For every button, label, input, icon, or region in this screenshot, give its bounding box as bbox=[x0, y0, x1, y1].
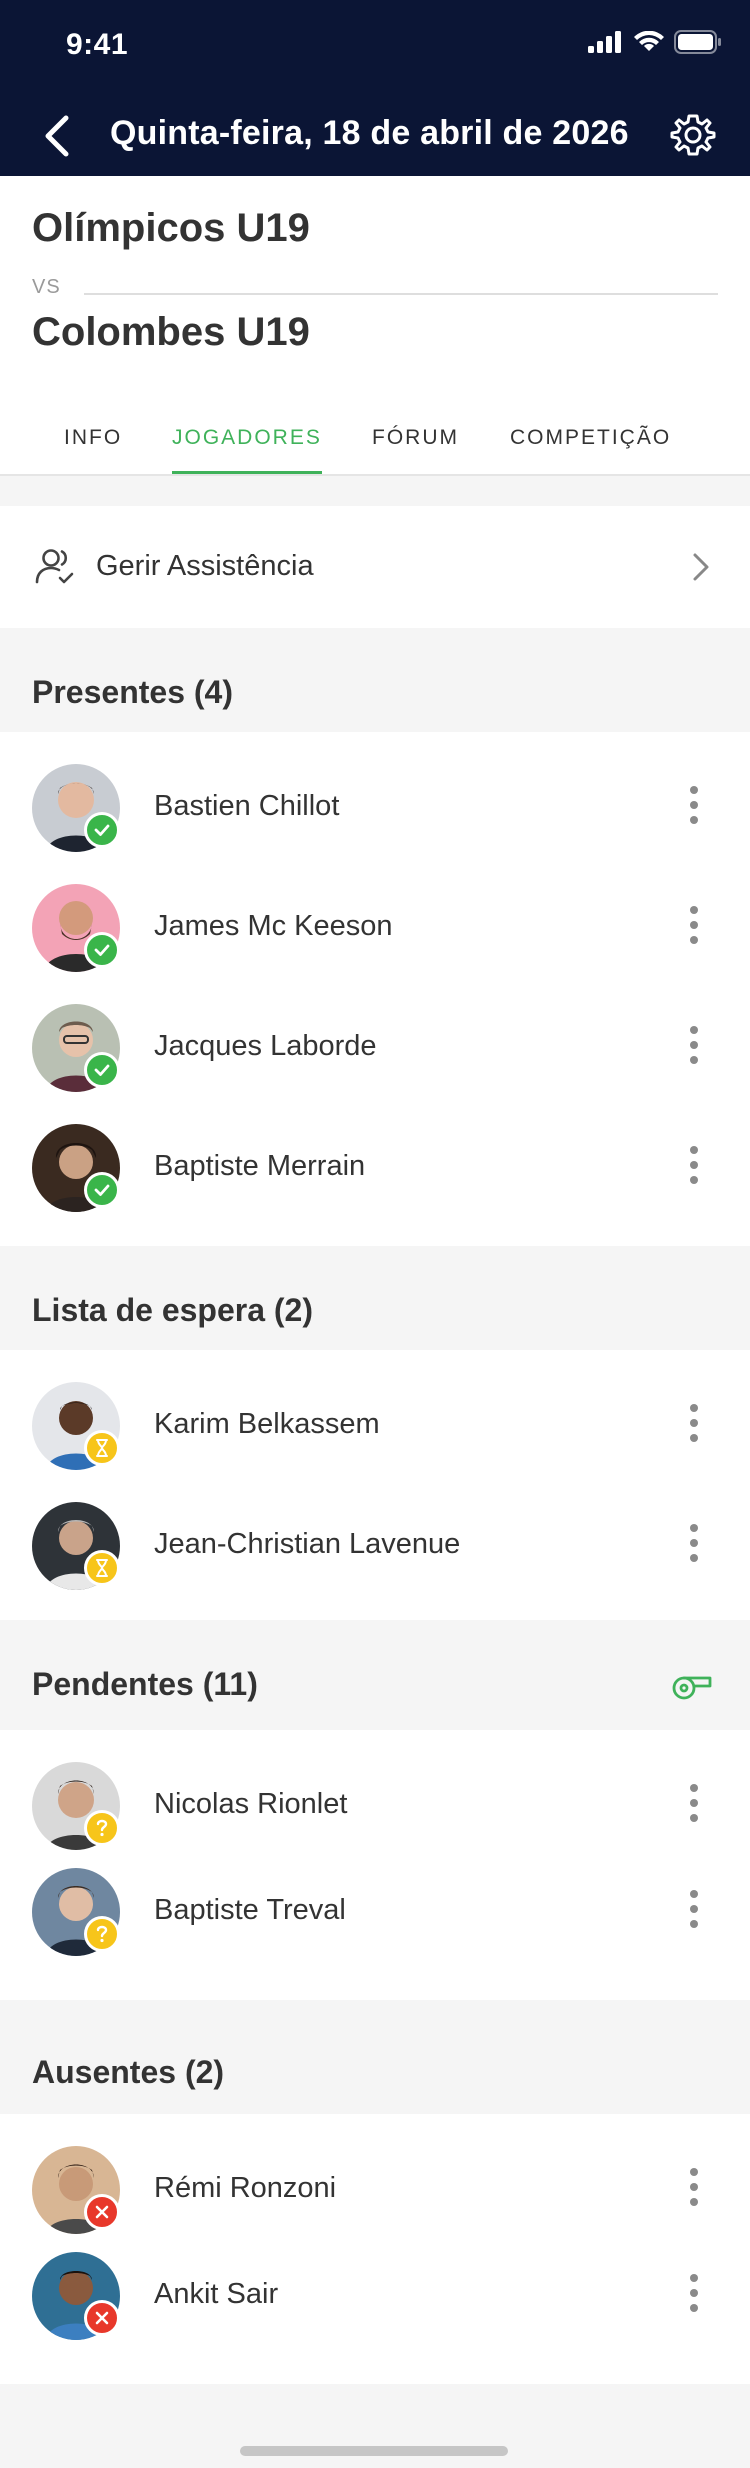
more-options-button[interactable] bbox=[682, 2164, 706, 2210]
list-item[interactable]: James Mc Keeson bbox=[0, 872, 750, 978]
manage-attendance-label: Gerir Assistência bbox=[96, 550, 314, 582]
chevron-right-icon bbox=[693, 553, 709, 581]
player-name: Baptiste Treval bbox=[154, 1894, 346, 1926]
absent-list: Rémi Ronzoni Ankit Sair bbox=[0, 2114, 750, 2384]
player-name: Jacques Laborde bbox=[154, 1030, 377, 1062]
player-name: Nicolas Rionlet bbox=[154, 1788, 348, 1820]
match-header: Olímpicos U19 VS Colombes U19 INFO JOGAD… bbox=[0, 176, 750, 476]
list-item[interactable]: Jacques Laborde bbox=[0, 992, 750, 1098]
present-list: Bastien Chillot James Mc Keeson Jacques … bbox=[0, 732, 750, 1246]
pending-status-badge bbox=[84, 1916, 120, 1952]
whistle-icon[interactable] bbox=[670, 1668, 714, 1702]
status-icons bbox=[588, 30, 722, 54]
more-options-button[interactable] bbox=[682, 782, 706, 828]
question-mark-icon bbox=[96, 1819, 108, 1837]
check-icon bbox=[94, 944, 110, 956]
away-team-name: Colombes U19 bbox=[32, 310, 310, 354]
tab-jogadores[interactable]: JOGADORES bbox=[172, 426, 322, 474]
section-present-title: Presentes (4) bbox=[32, 674, 233, 710]
pending-status-badge bbox=[84, 1810, 120, 1846]
check-icon bbox=[94, 824, 110, 836]
present-status-badge bbox=[84, 1052, 120, 1088]
top-bar: 9:41 Quinta-feira, 18 de abril de 2026 bbox=[0, 0, 750, 176]
page-title: Quinta-feira, 18 de abril de 2026 bbox=[110, 114, 629, 152]
tab-forum[interactable]: FÓRUM bbox=[372, 426, 459, 474]
list-item[interactable]: Bastien Chillot bbox=[0, 752, 750, 858]
list-item[interactable]: Jean-Christian Lavenue bbox=[0, 1490, 750, 1596]
vs-label: VS bbox=[32, 276, 61, 298]
hourglass-icon bbox=[96, 1559, 108, 1577]
list-item[interactable]: Karim Belkassem bbox=[0, 1370, 750, 1476]
waitlist-list: Karim Belkassem Jean-Christian Lavenue bbox=[0, 1350, 750, 1620]
players-content: Gerir Assistência Presentes (4) Bastien … bbox=[0, 476, 750, 2468]
list-item[interactable]: Nicolas Rionlet bbox=[0, 1750, 750, 1856]
more-options-button[interactable] bbox=[682, 1400, 706, 1446]
settings-button[interactable] bbox=[670, 112, 716, 158]
more-options-button[interactable] bbox=[682, 2270, 706, 2316]
list-item[interactable]: Ankit Sair bbox=[0, 2240, 750, 2346]
list-item[interactable]: Rémi Ronzoni bbox=[0, 2134, 750, 2240]
user-check-icon bbox=[35, 549, 74, 584]
absent-status-badge bbox=[84, 2194, 120, 2230]
cellular-signal-icon bbox=[588, 31, 621, 53]
waiting-status-badge bbox=[84, 1550, 120, 1586]
chevron-left-icon bbox=[45, 115, 69, 157]
check-icon bbox=[94, 1064, 110, 1076]
tab-competicao[interactable]: COMPETIÇÃO bbox=[510, 426, 671, 474]
wifi-icon bbox=[634, 31, 664, 51]
close-icon bbox=[95, 2311, 109, 2325]
player-name: Karim Belkassem bbox=[154, 1408, 380, 1440]
list-item[interactable]: Baptiste Merrain bbox=[0, 1112, 750, 1218]
section-present-header: Presentes (4) bbox=[0, 628, 750, 732]
home-indicator bbox=[240, 2446, 508, 2456]
present-status-badge bbox=[84, 932, 120, 968]
tab-info[interactable]: INFO bbox=[64, 426, 122, 474]
tab-bar: INFO JOGADORES FÓRUM COMPETIÇÃO bbox=[0, 426, 750, 476]
present-status-badge bbox=[84, 1172, 120, 1208]
player-name: Bastien Chillot bbox=[154, 790, 340, 822]
more-options-button[interactable] bbox=[682, 1520, 706, 1566]
player-name: Rémi Ronzoni bbox=[154, 2172, 337, 2204]
player-name: James Mc Keeson bbox=[154, 910, 393, 942]
manage-attendance-row[interactable]: Gerir Assistência bbox=[0, 506, 750, 628]
gear-icon bbox=[670, 114, 716, 156]
hourglass-icon bbox=[96, 1439, 108, 1457]
battery-icon bbox=[674, 30, 721, 54]
more-options-button[interactable] bbox=[682, 1886, 706, 1932]
close-icon bbox=[95, 2205, 109, 2219]
section-pending-title: Pendentes (11) bbox=[32, 1666, 258, 1702]
more-options-button[interactable] bbox=[682, 902, 706, 948]
section-pending-header: Pendentes (11) bbox=[0, 1620, 750, 1730]
list-item[interactable]: Baptiste Treval bbox=[0, 1856, 750, 1962]
check-icon bbox=[94, 1184, 110, 1196]
player-name: Baptiste Merrain bbox=[154, 1150, 366, 1182]
home-team-name: Olímpicos U19 bbox=[32, 206, 310, 250]
player-name: Jean-Christian Lavenue bbox=[154, 1528, 461, 1560]
vs-divider bbox=[84, 293, 718, 295]
section-waitlist-title: Lista de espera (2) bbox=[32, 1292, 313, 1328]
nav-bar: Quinta-feira, 18 de abril de 2026 bbox=[0, 106, 750, 166]
pending-list: Nicolas Rionlet Baptiste Treval bbox=[0, 1730, 750, 2000]
more-options-button[interactable] bbox=[682, 1780, 706, 1826]
present-status-badge bbox=[84, 812, 120, 848]
player-name: Ankit Sair bbox=[154, 2278, 279, 2310]
absent-status-badge bbox=[84, 2300, 120, 2336]
question-mark-icon bbox=[96, 1925, 108, 1943]
more-options-button[interactable] bbox=[682, 1022, 706, 1068]
status-time: 9:41 bbox=[66, 28, 129, 61]
back-button[interactable] bbox=[38, 112, 78, 160]
section-waitlist-header: Lista de espera (2) bbox=[0, 1246, 750, 1350]
more-options-button[interactable] bbox=[682, 1142, 706, 1188]
section-absent-title: Ausentes (2) bbox=[32, 2054, 225, 2090]
waiting-status-badge bbox=[84, 1430, 120, 1466]
